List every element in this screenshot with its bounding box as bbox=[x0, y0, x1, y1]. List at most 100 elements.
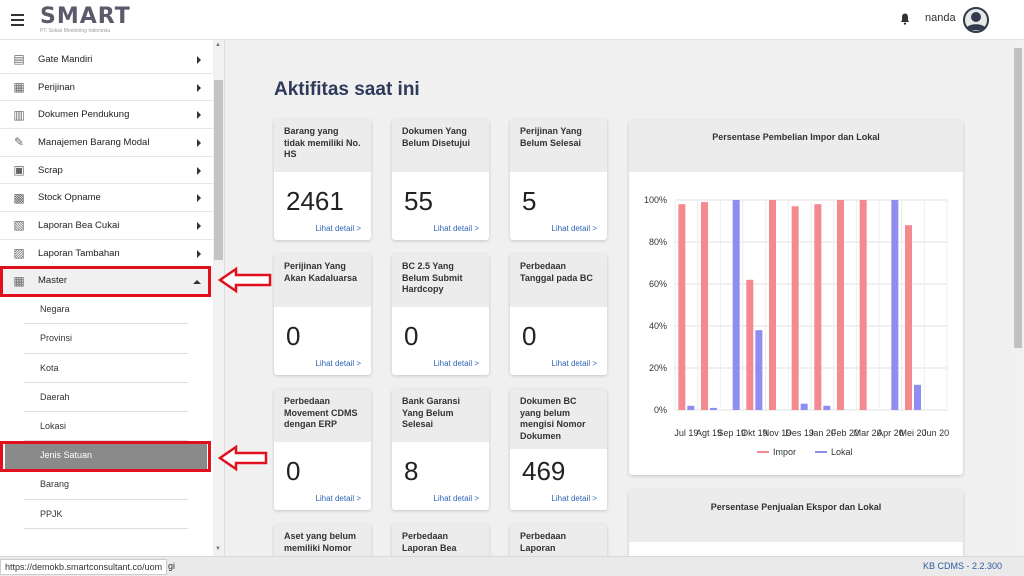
bar-impor bbox=[791, 206, 799, 410]
sidebar-item-scrap[interactable]: ▣ Scrap bbox=[0, 157, 213, 185]
stat-card: Dokumen BC yang belum mengisi Nomor Doku… bbox=[510, 389, 607, 510]
bar-impor bbox=[859, 200, 867, 410]
detail-link[interactable]: Lihat detail > bbox=[315, 494, 361, 503]
detail-link[interactable]: Lihat detail > bbox=[315, 359, 361, 368]
sidebar-item-label: Manajemen Barang Modal bbox=[38, 136, 150, 148]
hamburger-menu-icon[interactable] bbox=[11, 14, 24, 26]
sidebar-item-label: Laporan Tambahan bbox=[38, 247, 120, 259]
card-value: 5 bbox=[522, 186, 537, 216]
y-tick-label: 80% bbox=[649, 237, 667, 247]
sidebar-item-stock-opname[interactable]: ▩ Stock Opname bbox=[0, 184, 213, 213]
stat-card: Perbedaan Movement CDMS dengan ERP 0 Lih… bbox=[274, 389, 371, 510]
bar-lokal bbox=[732, 200, 740, 410]
status-text: gi bbox=[168, 561, 176, 571]
main-scroll-thumb[interactable] bbox=[1014, 48, 1022, 348]
submenu-item-barang[interactable]: Barang bbox=[24, 470, 188, 500]
sidebar-item-label: Perijinan bbox=[38, 81, 75, 93]
bar-lokal bbox=[823, 405, 831, 410]
sidebar-item-laporan-bea-cukai[interactable]: ▧ Laporan Bea Cukai bbox=[0, 212, 213, 240]
chevron-right-icon bbox=[197, 194, 201, 203]
bar-impor bbox=[746, 279, 754, 410]
y-tick-label: 20% bbox=[649, 363, 667, 373]
legend-label: Impor bbox=[773, 447, 796, 457]
card-title: Perijinan Yang Belum Selesai bbox=[510, 119, 607, 172]
stat-card: BC 2.5 Yang Belum Submit Hardcopy 0 Liha… bbox=[392, 254, 489, 375]
trash-icon: ▣ bbox=[13, 163, 25, 178]
page-title: Aktifitas saat ini bbox=[274, 79, 420, 100]
card-value: 0 bbox=[522, 321, 537, 351]
chevron-right-icon bbox=[197, 166, 201, 175]
bar-lokal bbox=[755, 330, 763, 410]
scroll-down-icon[interactable]: ▼ bbox=[215, 546, 221, 552]
submenu-item-negara[interactable]: Negara bbox=[24, 295, 188, 325]
highlight-box-jenis-satuan bbox=[0, 441, 211, 472]
card-title: Bank Garansi Yang Belum Selesai bbox=[392, 389, 489, 442]
avatar[interactable] bbox=[963, 7, 989, 33]
bar-impor bbox=[701, 202, 708, 410]
submenu-item-kota[interactable]: Kota bbox=[24, 354, 188, 383]
card-title: Dokumen BC yang belum mengisi Nomor Doku… bbox=[510, 389, 607, 449]
submenu-item-ppjk[interactable]: PPJK bbox=[24, 500, 188, 529]
bar-lokal bbox=[891, 200, 899, 410]
tools-icon: ✎ bbox=[13, 135, 25, 150]
detail-link[interactable]: Lihat detail > bbox=[551, 494, 597, 503]
sidebar-scroll-thumb[interactable] bbox=[214, 80, 223, 260]
bar-lokal bbox=[687, 405, 695, 410]
submenu-item-lokasi[interactable]: Lokasi bbox=[24, 412, 188, 442]
stat-card: Dokumen Yang Belum Disetujui 55 Lihat de… bbox=[392, 119, 489, 240]
card-title: Barang yang tidak memiliki No. HS bbox=[274, 119, 371, 172]
detail-link[interactable]: Lihat detail > bbox=[551, 224, 597, 233]
detail-link[interactable]: Lihat detail > bbox=[551, 359, 597, 368]
sidebar-item-label: Laporan Bea Cukai bbox=[38, 219, 120, 231]
submenu-item-provinsi[interactable]: Provinsi bbox=[24, 324, 188, 354]
sidebar-item-label: Stock Opname bbox=[38, 192, 101, 204]
card-value: 55 bbox=[404, 186, 433, 216]
detail-link[interactable]: Lihat detail > bbox=[433, 359, 479, 368]
sidebar: ▤ Gate Mandiri ▦ Perijinan ▥ Dokumen Penduk… bbox=[0, 40, 225, 556]
sidebar-scrollbar[interactable]: ▲ ▼ bbox=[213, 40, 224, 556]
submenu-item-daerah[interactable]: Daerah bbox=[24, 383, 188, 412]
bell-icon[interactable] bbox=[900, 13, 910, 25]
book-icon: ▥ bbox=[13, 107, 25, 122]
stat-card: Perijinan Yang Akan Kadaluarsa 0 Lihat d… bbox=[274, 254, 371, 375]
chevron-right-icon bbox=[197, 83, 201, 92]
bar-impor bbox=[905, 225, 912, 410]
chevron-right-icon bbox=[197, 249, 201, 258]
username[interactable]: nanda bbox=[925, 12, 956, 24]
boxes-icon: ▩ bbox=[13, 190, 25, 205]
detail-link[interactable]: Lihat detail > bbox=[315, 224, 361, 233]
sidebar-item-dokumen-pendukung[interactable]: ▥ Dokumen Pendukung bbox=[0, 101, 213, 130]
scroll-up-icon[interactable]: ▲ bbox=[215, 42, 221, 48]
report-icon: ▧ bbox=[13, 218, 25, 233]
card-title: Perijinan Yang Akan Kadaluarsa bbox=[274, 254, 371, 307]
y-tick-label: 100% bbox=[644, 195, 667, 205]
y-tick-label: 0% bbox=[654, 405, 667, 415]
main-content: Aktifitas saat ini Barang yang tidak mem… bbox=[226, 40, 1012, 570]
stat-card: Bank Garansi Yang Belum Selesai 8 Lihat … bbox=[392, 389, 489, 510]
card-title: BC 2.5 Yang Belum Submit Hardcopy bbox=[392, 254, 489, 307]
sidebar-item-laporan-tambahan[interactable]: ▨ Laporan Tambahan bbox=[0, 240, 213, 268]
bar-impor bbox=[814, 204, 822, 410]
card-title: Dokumen Yang Belum Disetujui bbox=[392, 119, 489, 172]
y-tick-label: 60% bbox=[649, 279, 667, 289]
chart-title: Persentase Pembelian Impor dan Lokal bbox=[629, 120, 963, 172]
x-tick-label: Jun 20 bbox=[922, 428, 949, 438]
detail-link[interactable]: Lihat detail > bbox=[433, 494, 479, 503]
x-tick-label: Jul 19 bbox=[674, 428, 698, 438]
app-version: KB CDMS - 2.2.300 bbox=[922, 561, 1002, 571]
sidebar-item-perijinan[interactable]: ▦ Perijinan bbox=[0, 74, 213, 102]
bar-lokal bbox=[914, 384, 921, 410]
status-bar: gi https://demokb.smartconsultant.co/uom… bbox=[0, 556, 1024, 576]
bar-lokal bbox=[710, 407, 717, 410]
sidebar-item-gate-mandiri[interactable]: ▤ Gate Mandiri bbox=[0, 46, 213, 74]
bar-impor bbox=[837, 200, 844, 410]
chevron-right-icon bbox=[197, 56, 201, 64]
top-bar: SMART PT. Solusi Monitoring Indonesia na… bbox=[0, 0, 1024, 40]
main-scrollbar[interactable] bbox=[1012, 40, 1024, 556]
stat-card: Perbedaan Tanggal pada BC 0 Lihat detail… bbox=[510, 254, 607, 375]
card-title: Perbedaan Movement CDMS dengan ERP bbox=[274, 389, 371, 442]
report-plus-icon: ▨ bbox=[13, 246, 25, 261]
detail-link[interactable]: Lihat detail > bbox=[433, 224, 479, 233]
stat-card: Perijinan Yang Belum Selesai 5 Lihat det… bbox=[510, 119, 607, 240]
sidebar-item-manajemen-barang-modal[interactable]: ✎ Manajemen Barang Modal bbox=[0, 129, 213, 157]
